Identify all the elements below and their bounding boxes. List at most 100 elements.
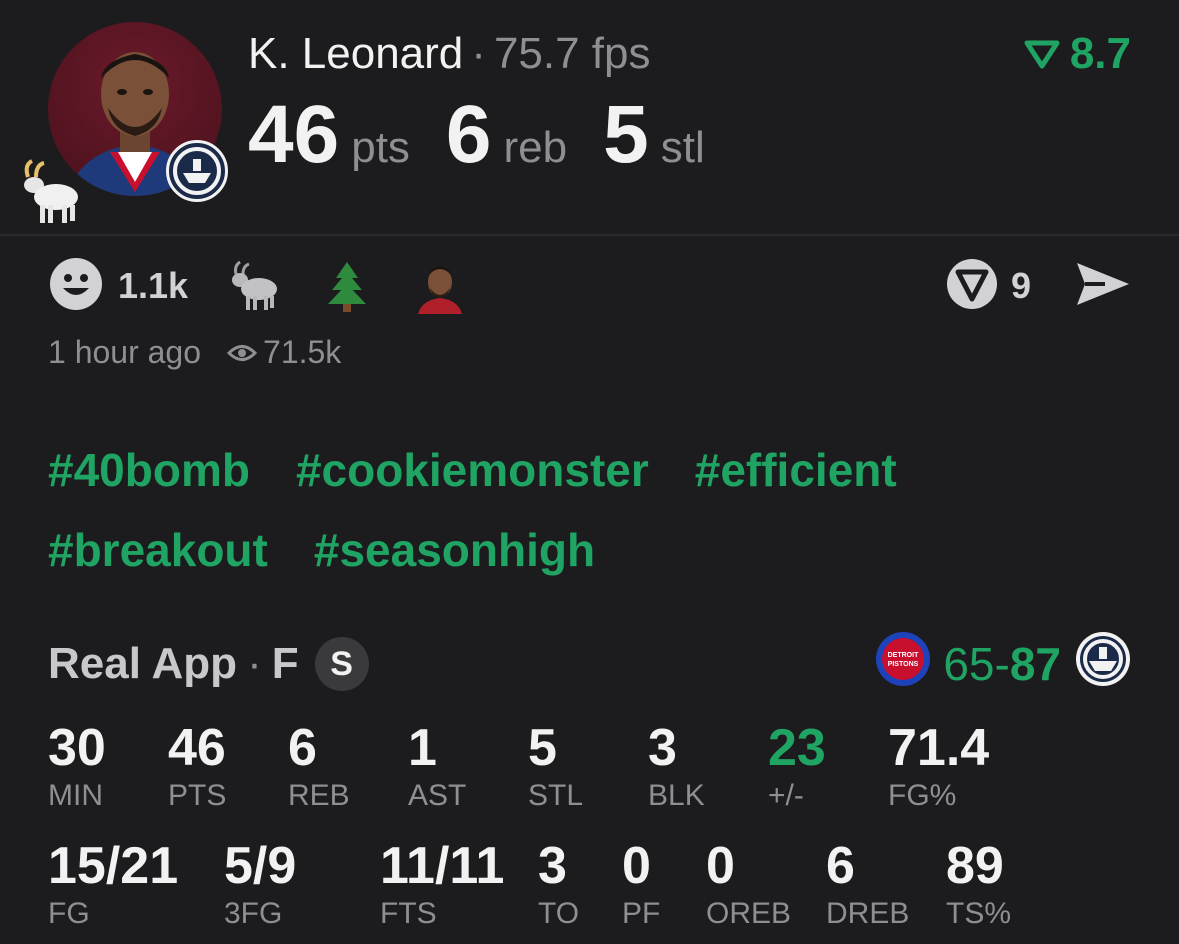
post-actions: 9: [945, 258, 1131, 314]
stat-label: REB: [288, 779, 350, 812]
views: 71.5k: [227, 334, 341, 371]
box-stat-pf: 0 PF: [622, 838, 660, 932]
stat-label: FG: [48, 897, 90, 930]
stat-label: +/-: [768, 779, 804, 812]
view-count: 71.5k: [263, 334, 342, 370]
stat-label: TO: [538, 897, 580, 930]
reaction-count: 1.1k: [118, 265, 189, 306]
stat-value: 15/21: [48, 837, 179, 895]
post-meta: 1 hour ago 71.5k: [48, 334, 341, 371]
stat-label: FG%: [888, 779, 957, 812]
reactions-bar: 1.1k: [48, 256, 508, 317]
box-stat-fg: 15/21 FG: [48, 838, 178, 932]
stat-value: 23: [768, 719, 826, 777]
stat-label: 3FG: [224, 897, 283, 930]
opponent-logo-line2: PISTONS: [888, 661, 919, 668]
team-score: 87: [1009, 638, 1061, 690]
team-logo-icon: [166, 140, 228, 202]
opponent-logo-icon: DETROIT PISTONS: [875, 631, 931, 698]
box-stat-fts: 11/11 FTS: [380, 838, 504, 932]
stat-value: 0: [622, 837, 651, 895]
stat-value: 89: [946, 837, 1004, 895]
stat-value: 3: [538, 837, 567, 895]
stat-label: FTS: [380, 897, 437, 930]
pts-value: 46: [248, 89, 340, 180]
hashtag[interactable]: #40bomb: [48, 430, 250, 510]
stat-label: TS%: [946, 897, 1012, 930]
eye-icon: [227, 344, 258, 361]
game-source: Real App · F S: [48, 632, 369, 696]
team-logo-icon: [1075, 631, 1131, 698]
score-dash: -: [994, 638, 1010, 690]
stat-label: PF: [622, 897, 661, 930]
divider: [0, 234, 1179, 236]
stat-value: 0: [706, 837, 735, 895]
box-score-row-1: 30 MIN 46 PTS 6 REB 1 AST 5 STL 3 BLK 23 +/- 71…: [0, 720, 1179, 820]
stat-value: 1: [408, 719, 437, 777]
stat-label: OREB: [706, 897, 792, 930]
box-score-row-2: 15/21 FG 5/9 3FG 11/11 FTS 3 TO 0 PF 0 OREB 6D…: [0, 838, 1179, 938]
post-time: 1 hour ago: [48, 334, 202, 370]
stat-label: BLK: [648, 779, 705, 812]
player-name[interactable]: K. Leonard: [248, 29, 463, 78]
box-stat-blk: 3 BLK: [648, 720, 705, 814]
player-face-emoji-icon[interactable]: [412, 258, 468, 314]
stl-unit: stl: [660, 123, 705, 172]
source-label: Real App: [48, 639, 238, 688]
hashtag[interactable]: #breakout: [48, 510, 268, 590]
stat-label: DREB: [826, 897, 910, 930]
stat-value: 71.4: [888, 719, 990, 777]
stat-value: 6: [288, 719, 317, 777]
box-stat-ts-pct: 89 TS%: [946, 838, 1011, 932]
fps-value: 75.7 fps: [493, 29, 651, 78]
game-status: F: [271, 639, 299, 688]
opponent-score: 65: [943, 638, 995, 690]
stat-label: MIN: [48, 779, 103, 812]
hashtag-list: #40bomb #cookiemonster #efficient #breakou…: [48, 430, 1148, 590]
hashtag[interactable]: #seasonhigh: [314, 510, 595, 590]
pts-unit: pts: [351, 123, 410, 172]
box-stat-min: 30 MIN: [48, 720, 106, 814]
hashtag[interactable]: #efficient: [695, 430, 897, 510]
stat-value: 5: [528, 719, 557, 777]
stat-label: STL: [528, 779, 584, 812]
box-stat-reb: 6 REB: [288, 720, 350, 814]
opponent-logo-line1: DETROIT: [888, 652, 919, 659]
box-stat-fg-pct: 71.4 FG%: [888, 720, 989, 814]
reb-value: 6: [445, 89, 492, 180]
stat-value: 11/11: [380, 837, 505, 895]
stat-label: AST: [408, 779, 467, 812]
rating-score[interactable]: 8.7: [1024, 26, 1131, 82]
box-stat-plus-minus: 23 +/-: [768, 720, 826, 814]
vote-count: 9: [1010, 265, 1031, 306]
box-stat-to: 3 TO: [538, 838, 579, 932]
goat-icon: [14, 155, 86, 227]
separator-dot: ·: [247, 639, 262, 688]
stl-value: 5: [603, 89, 649, 180]
stat-summary: 46 pts 6 reb 5 stl: [248, 88, 741, 180]
tree-emoji-icon[interactable]: [322, 258, 372, 314]
stat-value: 3: [648, 719, 677, 777]
box-stat-ast: 1 AST: [408, 720, 466, 814]
box-stat-3fg: 5/9 3FG: [224, 838, 296, 932]
s-badge[interactable]: S: [314, 637, 369, 691]
vote-v-icon[interactable]: [945, 257, 999, 316]
share-send-icon[interactable]: [1075, 259, 1131, 314]
goat-emoji-icon[interactable]: [226, 258, 282, 314]
stat-label: PTS: [168, 779, 227, 812]
smiley-icon[interactable]: [48, 256, 104, 317]
hashtag[interactable]: #cookiemonster: [296, 430, 649, 510]
stat-value: 5/9: [224, 837, 297, 895]
rating-v-icon: [1024, 40, 1060, 69]
box-stat-oreb: 0 OREB: [706, 838, 791, 932]
separator-dot: ·: [471, 29, 486, 78]
box-stat-pts: 46 PTS: [168, 720, 226, 814]
box-stat-dreb: 6 DREB: [826, 838, 909, 932]
rating-value: 8.7: [1069, 29, 1131, 78]
box-stat-stl: 5 STL: [528, 720, 583, 814]
game-score[interactable]: DETROIT PISTONS 65-87: [875, 631, 1131, 698]
stat-value: 46: [168, 719, 226, 777]
reb-unit: reb: [503, 123, 568, 172]
player-title: K. Leonard · 75.7 fps: [248, 26, 651, 82]
stat-value: 30: [48, 719, 106, 777]
